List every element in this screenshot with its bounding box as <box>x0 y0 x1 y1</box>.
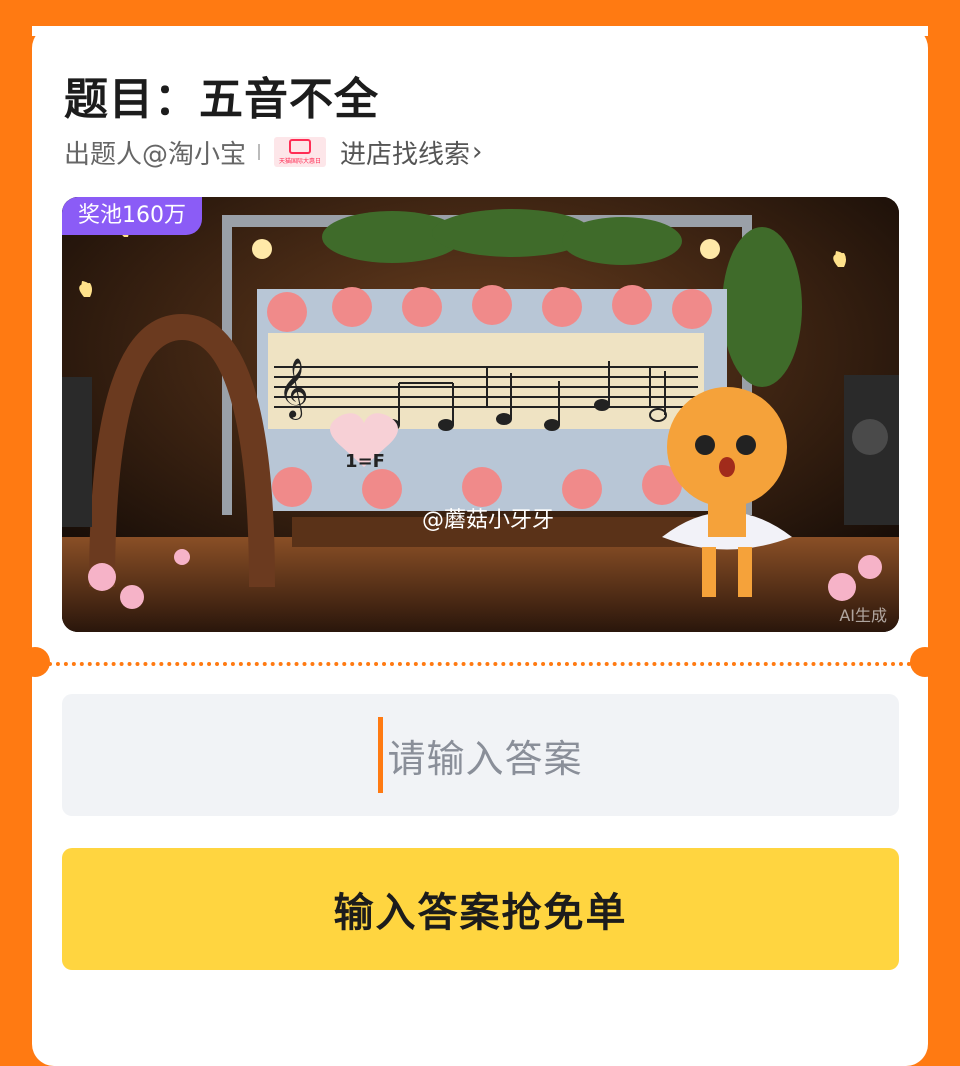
page-title: 题目：五音不全 <box>64 74 379 125</box>
divider <box>258 144 261 160</box>
ticket-notch-left <box>20 647 50 677</box>
chevron-right-icon: › <box>472 137 483 167</box>
watermark: @蘑菇小牙牙 <box>422 508 554 533</box>
shop-logo[interactable]: 天猫国际大惠日 <box>274 137 327 167</box>
ai-generated-mark: AI生成 <box>839 606 887 625</box>
svg-text:𝄞: 𝄞 <box>278 358 309 420</box>
ticket-notch-right <box>910 647 940 677</box>
answer-input[interactable]: 请输入答案 <box>62 694 899 816</box>
key-label: 1=F <box>345 451 385 472</box>
tv-icon <box>289 139 312 154</box>
shop-link[interactable]: 进店找线索 › <box>340 134 482 171</box>
submit-answer-button[interactable]: 输入答案抢免单 <box>62 848 899 970</box>
dotted-divider <box>48 662 912 666</box>
prize-pool-badge: 奖池160万 <box>62 197 202 235</box>
puzzle-image: 𝄞 1=F @蘑菇小牙牙 AI生成 <box>62 197 899 632</box>
subtitle-row: 出题人@淘小宝 天猫国际大惠日 进店找线索 › <box>64 134 482 170</box>
author-label: 出题人@淘小宝 <box>64 139 247 170</box>
shop-logo-text: 天猫国际大惠日 <box>279 158 322 165</box>
text-caret <box>378 717 384 793</box>
shop-link-label: 进店找线索 <box>340 139 471 170</box>
answer-placeholder: 请输入答案 <box>387 736 583 781</box>
stage-illustration: 𝄞 1=F @蘑菇小牙牙 AI生成 <box>62 197 899 632</box>
